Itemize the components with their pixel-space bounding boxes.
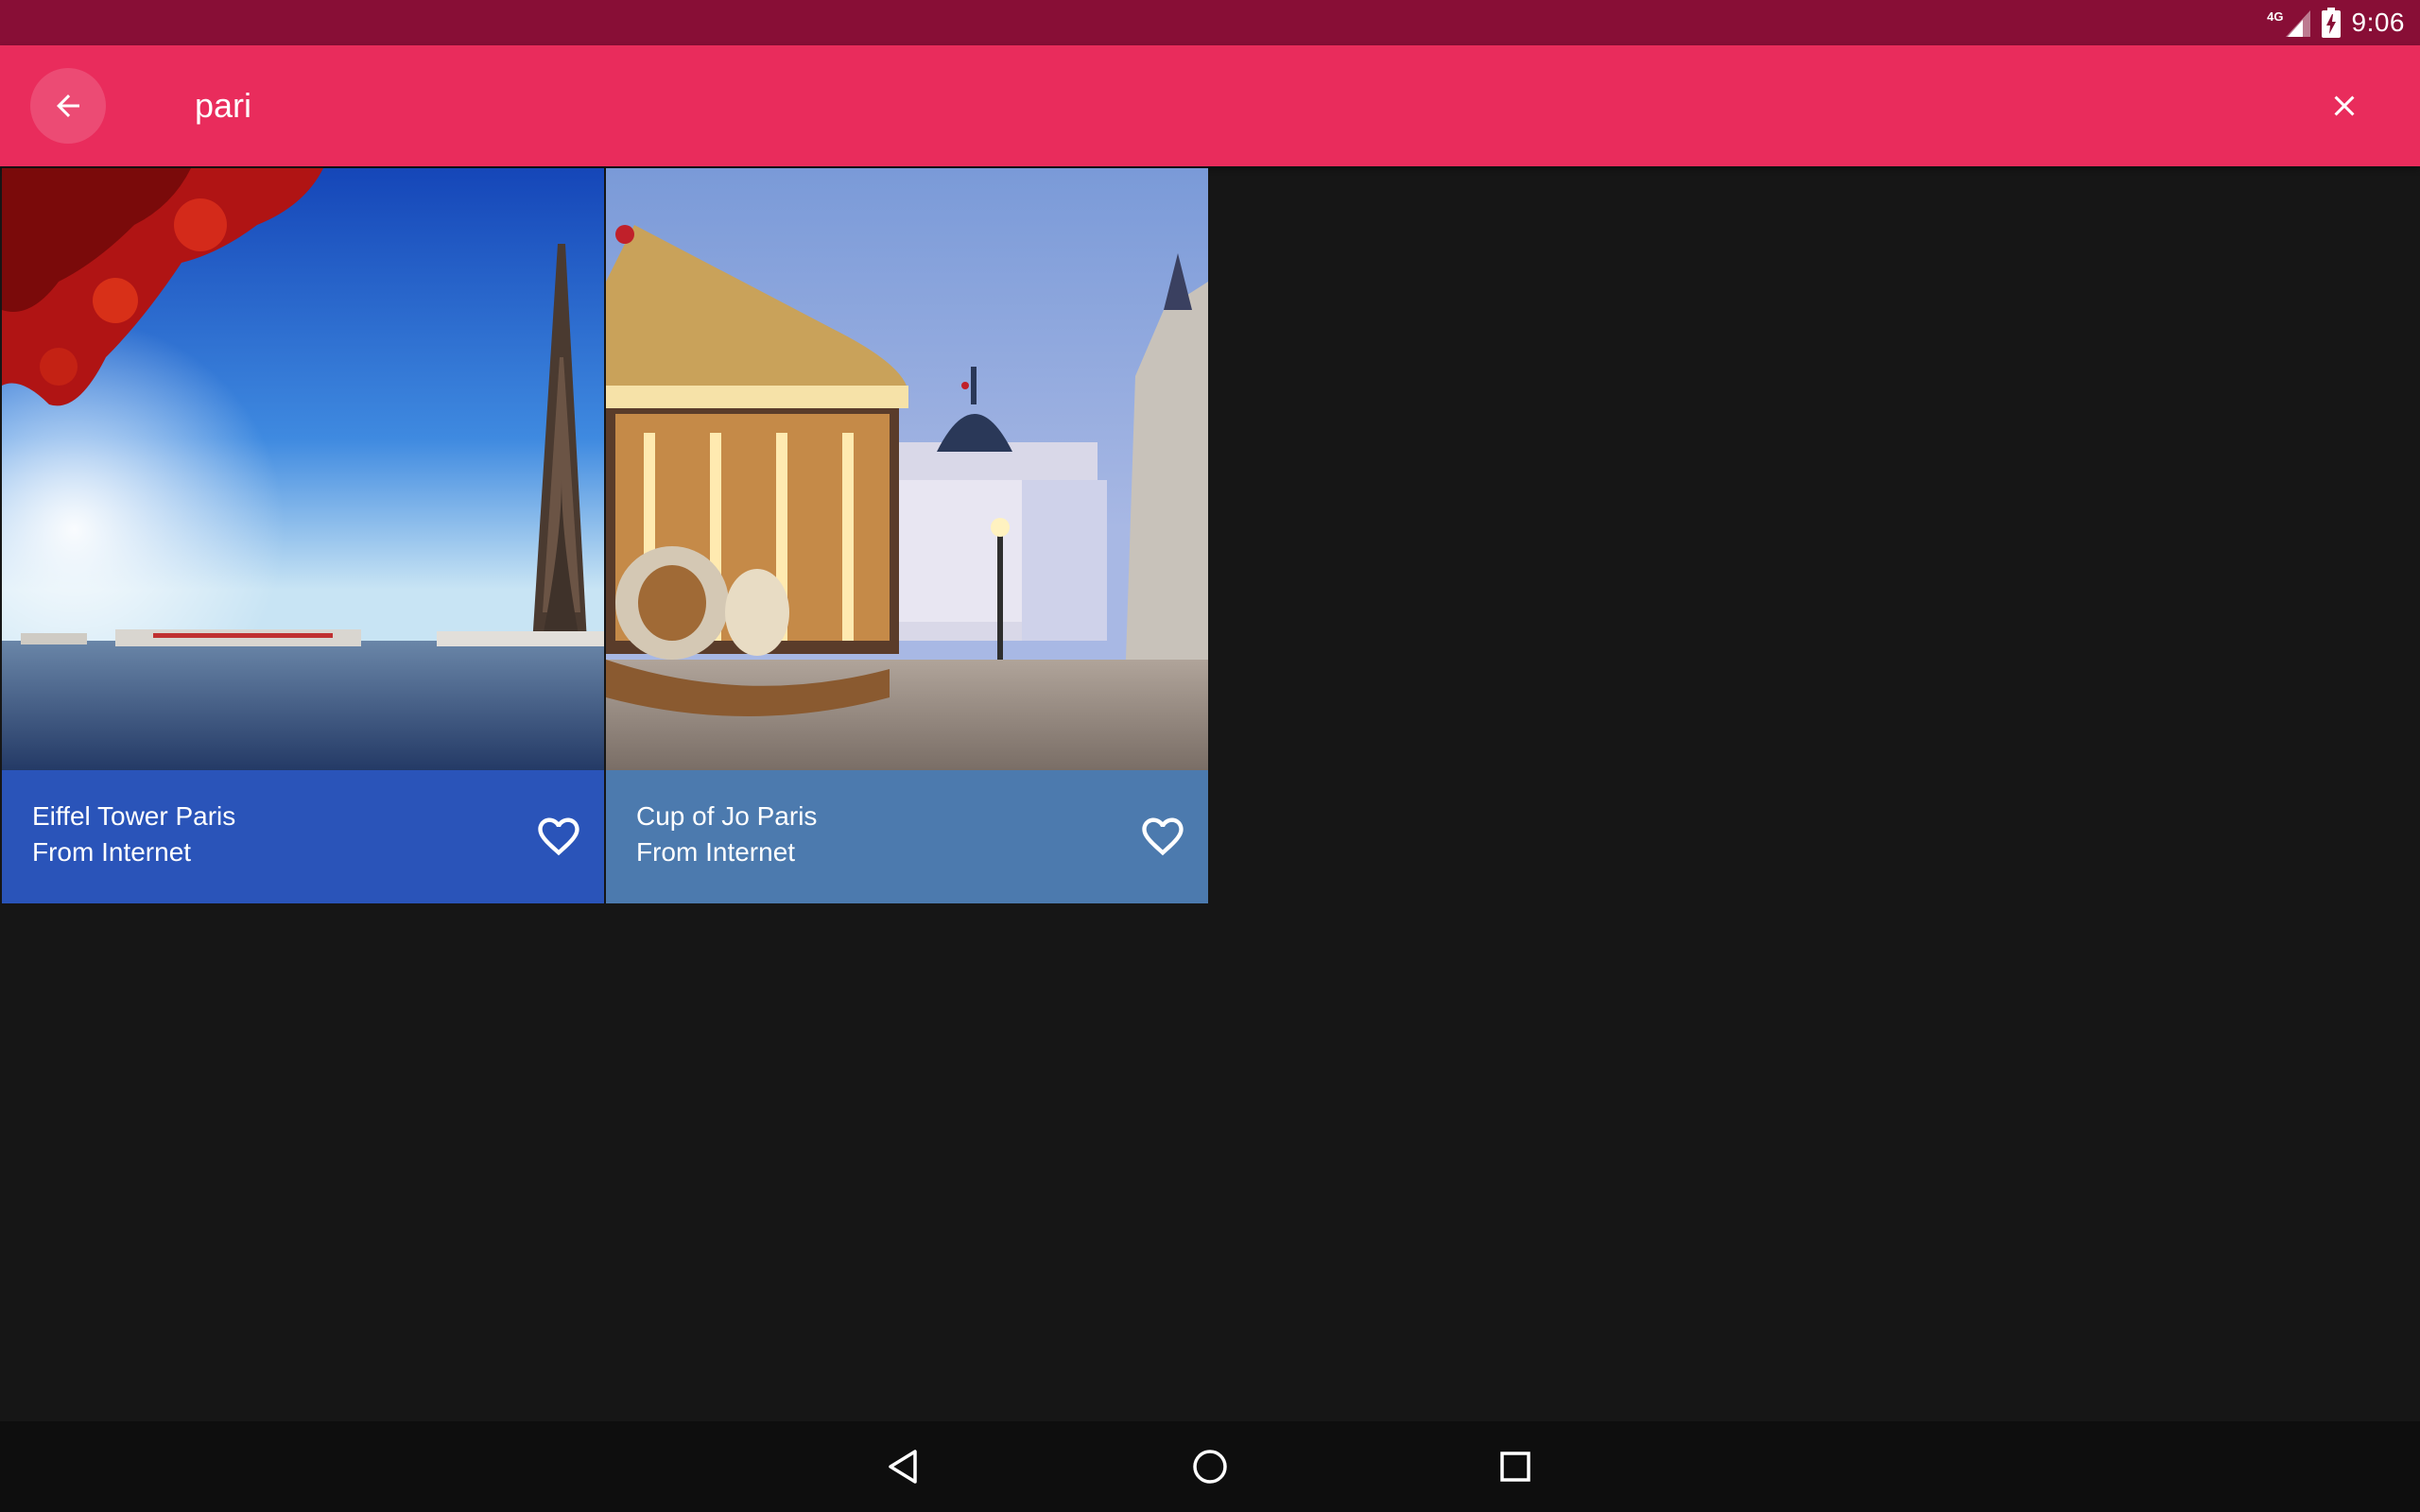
- result-card[interactable]: Cup of Jo Paris From Internet: [606, 168, 1208, 903]
- search-toolbar: [0, 45, 2420, 166]
- close-icon: [2334, 95, 2355, 116]
- battery-charging-icon: [2321, 8, 2341, 38]
- nav-recents-square-icon: [1500, 1452, 1530, 1482]
- nav-back-button[interactable]: [877, 1440, 930, 1493]
- heart-outline-icon[interactable]: [1138, 812, 1187, 861]
- arrow-back-icon: [57, 94, 79, 117]
- nav-recents-button[interactable]: [1489, 1440, 1542, 1493]
- system-navigation-bar: [0, 1421, 2420, 1512]
- clear-search-button[interactable]: [2314, 76, 2375, 136]
- nav-home-button[interactable]: [1184, 1440, 1236, 1493]
- network-type-label: 4G: [2267, 9, 2284, 24]
- paris-carousel-image: [606, 168, 1208, 770]
- back-button[interactable]: [30, 68, 106, 144]
- heart-outline-icon[interactable]: [534, 812, 583, 861]
- result-source: From Internet: [636, 837, 796, 867]
- clock: 9:06: [2351, 8, 2405, 37]
- result-card-footer: Cup of Jo Paris From Internet: [606, 770, 1208, 903]
- result-card-footer: Eiffel Tower Paris From Internet: [2, 770, 604, 903]
- eiffel-tower-image: [2, 168, 604, 770]
- nav-back-triangle-icon: [889, 1450, 917, 1484]
- status-bar: 4G 9:06: [0, 0, 2420, 45]
- result-source: From Internet: [32, 837, 192, 867]
- result-title: Cup of Jo Paris: [636, 801, 818, 831]
- search-input[interactable]: [195, 77, 2274, 134]
- result-card[interactable]: Eiffel Tower Paris From Internet: [2, 168, 604, 903]
- signal-icon: [2285, 10, 2310, 37]
- network-indicator: 4G: [2267, 9, 2310, 37]
- result-title: Eiffel Tower Paris: [32, 801, 236, 831]
- nav-home-circle-icon: [1193, 1450, 1227, 1484]
